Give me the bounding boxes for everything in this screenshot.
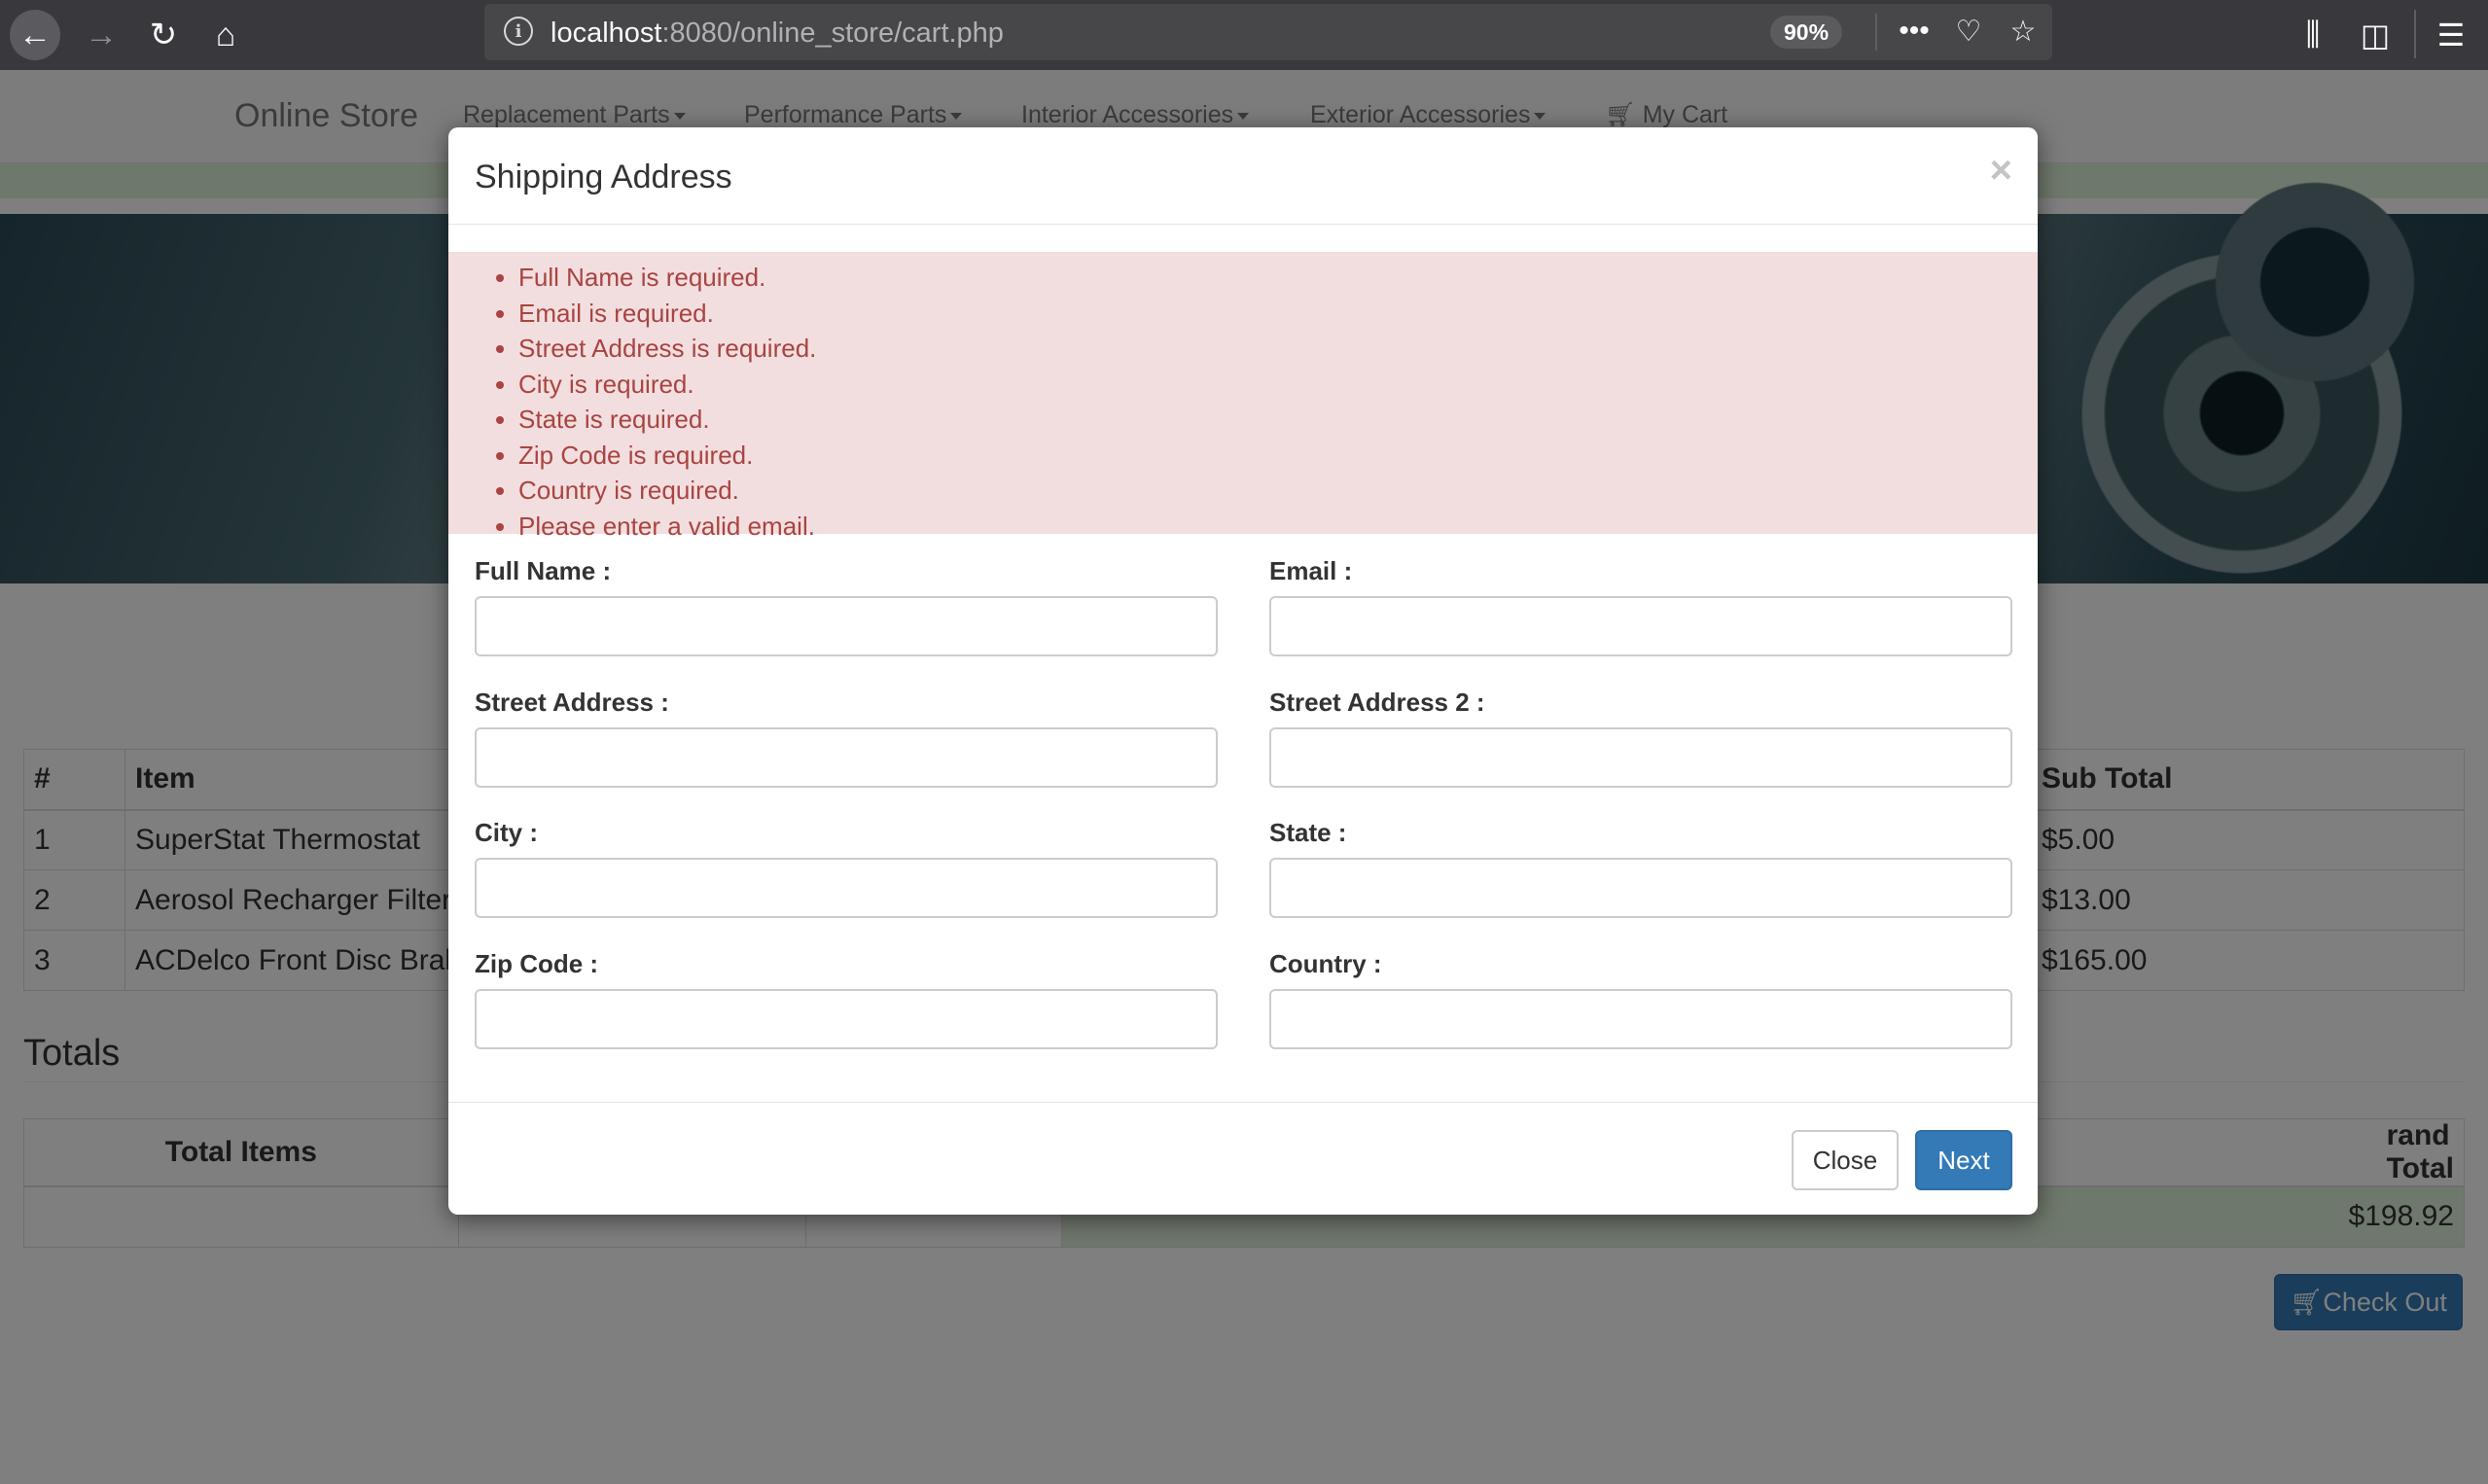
home-icon[interactable]: ⌂ <box>200 10 251 60</box>
hamburger-menu-icon[interactable]: ☰ <box>2428 12 2474 58</box>
street-address-2-input[interactable] <box>1269 727 2012 788</box>
url-path: :8080/online_store/cart.php <box>661 18 1004 49</box>
street-address-input[interactable] <box>475 727 1218 788</box>
url-separator <box>1875 14 1877 51</box>
zip-code-label: Zip Code : <box>475 949 599 978</box>
toolbar-separator <box>2414 10 2416 58</box>
sidebar-icon[interactable]: ◫ <box>2352 12 2399 58</box>
page-actions-icon[interactable]: ••• <box>1895 12 1934 51</box>
zoom-badge[interactable]: 90% <box>1770 16 1843 49</box>
email-label: Email : <box>1269 556 1353 585</box>
library-icon[interactable]: ⫼ <box>2290 12 2336 58</box>
country-label: Country : <box>1269 949 1382 978</box>
reload-icon[interactable]: ↻ <box>138 10 189 60</box>
close-button[interactable]: Close <box>1792 1130 1899 1190</box>
street-address-label: Street Address : <box>475 688 669 717</box>
full-name-input[interactable] <box>475 596 1218 656</box>
city-label: City : <box>475 818 538 847</box>
error-item: Please enter a valid email. <box>518 509 816 545</box>
pocket-icon[interactable]: ♡ <box>1949 12 1988 51</box>
error-list: Full Name is required. Email is required… <box>518 260 816 544</box>
forward-icon[interactable]: → <box>76 10 126 60</box>
next-button[interactable]: Next <box>1915 1130 2012 1190</box>
street-address-2-label: Street Address 2 : <box>1269 688 1485 717</box>
error-item: Full Name is required. <box>518 260 816 296</box>
browser-toolbar: ← → ↻ ⌂ i localhost:8080/online_store/ca… <box>0 0 2488 70</box>
error-item: Street Address is required. <box>518 331 816 367</box>
modal-title: Shipping Address <box>475 159 732 195</box>
error-item: Email is required. <box>518 296 816 332</box>
country-input[interactable] <box>1269 989 2012 1049</box>
city-input[interactable] <box>475 858 1218 918</box>
site-info-icon[interactable]: i <box>504 17 533 46</box>
error-alert: Full Name is required. Email is required… <box>448 252 2038 541</box>
bookmark-star-icon[interactable]: ☆ <box>2004 12 2043 51</box>
modal-footer-divider <box>448 1102 2038 1103</box>
state-label: State : <box>1269 818 1347 847</box>
back-icon[interactable]: ← <box>10 10 60 60</box>
url-host: localhost <box>551 18 662 49</box>
modal-header: Shipping Address × <box>448 127 2038 225</box>
full-name-label: Full Name : <box>475 556 612 585</box>
shipping-address-modal: Shipping Address × Full Name is required… <box>448 127 2038 1215</box>
error-item: Zip Code is required. <box>518 438 816 474</box>
error-item: Country is required. <box>518 473 816 509</box>
email-input[interactable] <box>1269 596 2012 656</box>
zip-code-input[interactable] <box>475 989 1218 1049</box>
close-icon[interactable]: × <box>1990 149 2012 193</box>
state-input[interactable] <box>1269 858 2012 918</box>
url-text[interactable]: localhost:8080/online_store/cart.php <box>551 18 1004 50</box>
error-item: City is required. <box>518 367 816 403</box>
error-item: State is required. <box>518 402 816 438</box>
url-bar[interactable]: i localhost:8080/online_store/cart.php 9… <box>484 4 2052 60</box>
